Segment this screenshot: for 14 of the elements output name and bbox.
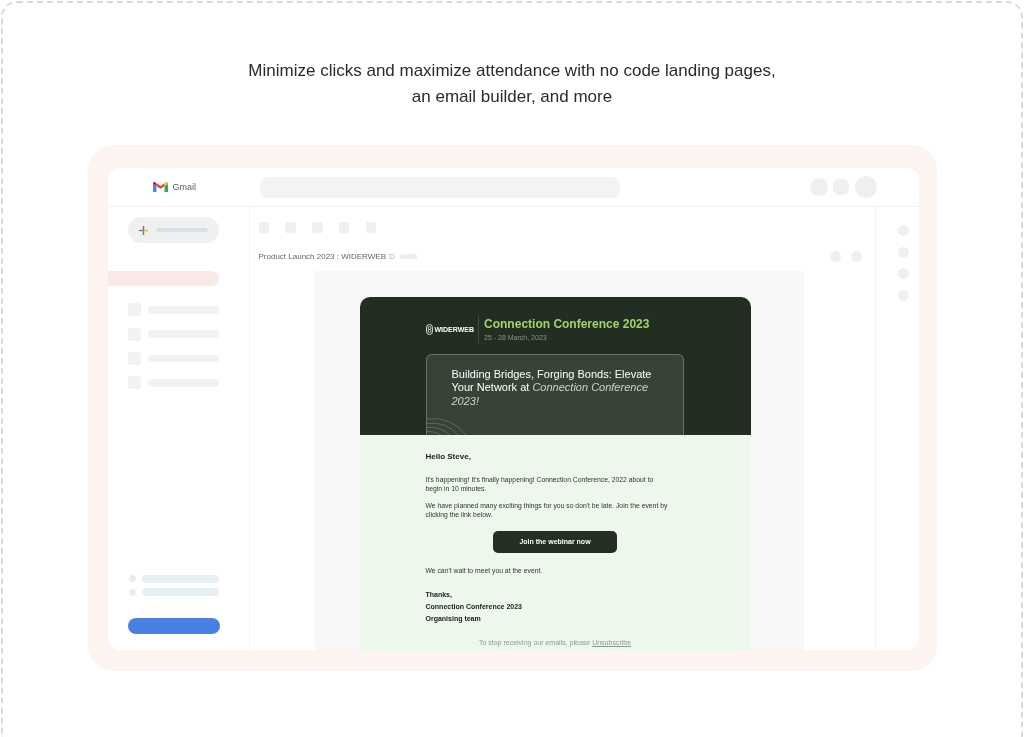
email-subject: Product Launch 2023 : WIDERWEB bbox=[258, 251, 386, 262]
nav-item[interactable] bbox=[107, 271, 219, 287]
logo-icon bbox=[425, 324, 433, 335]
mail-logo-icon bbox=[152, 182, 168, 192]
headline: Minimize clicks and maximize attendance with no code landing pages, an email builder, and more bbox=[248, 60, 776, 108]
tagline: Building Bridges, Forging Bonds: Elevate Your Network at Connection Conference 2023! bbox=[451, 368, 653, 409]
greeting: Hello Steve, bbox=[425, 452, 471, 462]
app-name: Gmail bbox=[172, 181, 196, 193]
tag-icon bbox=[388, 254, 395, 260]
concentric-arcs-icon bbox=[426, 416, 467, 435]
compose-button[interactable] bbox=[127, 217, 219, 243]
plus-icon bbox=[138, 225, 148, 235]
event-title: Connection Conference 2023 bbox=[484, 317, 650, 332]
pill-button[interactable] bbox=[127, 618, 220, 634]
